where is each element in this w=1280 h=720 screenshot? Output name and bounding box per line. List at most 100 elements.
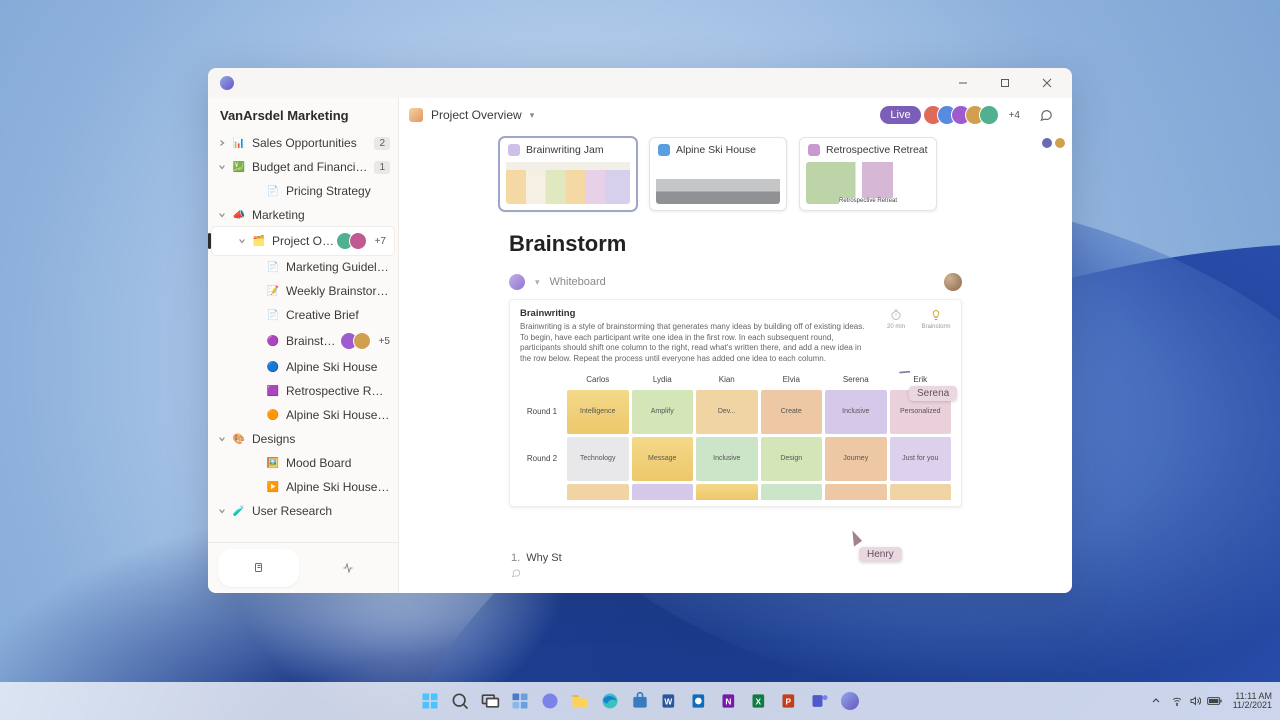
word-button[interactable]: W <box>657 688 683 714</box>
sidebar-item[interactable]: 🗂️Project Overview+7 <box>212 227 394 255</box>
count-badge: 1 <box>374 161 390 174</box>
explorer-button[interactable] <box>567 688 593 714</box>
item-label: Designs <box>252 432 390 446</box>
sticky-note[interactable]: Design <box>761 437 823 481</box>
sticky-note[interactable]: Inclusive <box>696 437 758 481</box>
sidebar-item[interactable]: 🟣Brainstorming+5 <box>208 327 398 355</box>
svg-text:X: X <box>756 696 762 706</box>
ordered-list[interactable]: 1.Why St <box>411 542 662 591</box>
whiteboard-title: Brainwriting <box>520 308 871 320</box>
sticky-note[interactable]: Inclusive <box>825 390 887 434</box>
sidebar-item[interactable]: 🖼️Mood Board <box>208 451 398 475</box>
volume-icon[interactable] <box>1189 695 1201 707</box>
battery-icon[interactable] <box>1207 696 1223 706</box>
minimize-button[interactable] <box>942 68 984 98</box>
sidebar-item[interactable]: 🔵Alpine Ski House <box>208 355 398 379</box>
sticky-note[interactable] <box>761 484 823 500</box>
edge-button[interactable] <box>597 688 623 714</box>
sticky-note[interactable]: Amplify <box>632 390 694 434</box>
sidebar-item[interactable]: 🧪User Research <box>208 499 398 523</box>
maximize-button[interactable] <box>984 68 1026 98</box>
item-label: Weekly Brainstorm Meeting <box>286 284 390 298</box>
cards-row: Brainwriting JamAlpine Ski HouseRetrospe… <box>419 133 1052 225</box>
excel-button[interactable]: X <box>747 688 773 714</box>
chevron-icon[interactable] <box>218 163 226 171</box>
sticky-note[interactable] <box>696 484 758 500</box>
sidebar-item[interactable]: 📝Weekly Brainstorm Meeting <box>208 279 398 303</box>
sticky-note[interactable] <box>825 484 887 500</box>
sticky-note[interactable] <box>890 484 952 500</box>
sidebar-item[interactable]: 📣Marketing <box>208 203 398 227</box>
presence-facepile[interactable] <box>929 105 999 125</box>
start-button[interactable] <box>417 688 443 714</box>
chevron-down-icon[interactable]: ▾ <box>530 110 535 121</box>
sidebar-item[interactable]: 🟠Alpine Ski House (ID: 487... <box>208 403 398 427</box>
chevron-icon[interactable] <box>218 507 226 515</box>
chevron-icon[interactable] <box>218 139 226 147</box>
chevron-icon[interactable] <box>218 211 226 219</box>
sticky-note[interactable]: Intelligence <box>567 390 629 434</box>
sidebar-item[interactable]: 📊Sales Opportunities2 <box>208 131 398 155</box>
sticky-note[interactable]: Technology <box>567 437 629 481</box>
sticky-note[interactable]: Create <box>761 390 823 434</box>
sidebar-item[interactable]: 🎨Designs <box>208 427 398 451</box>
item-label: Alpine Ski House Sizzle Re... <box>286 480 390 494</box>
row-header: Round 1 <box>520 390 564 434</box>
chevron-icon[interactable] <box>238 237 246 245</box>
sticky-note[interactable] <box>567 484 629 500</box>
sidebar-item[interactable]: 📄Marketing Guidelines for V... <box>208 255 398 279</box>
item-label: Creative Brief <box>286 308 390 322</box>
store-button[interactable] <box>627 688 653 714</box>
teams-button[interactable] <box>807 688 833 714</box>
sticky-note[interactable]: Just for you <box>890 437 952 481</box>
close-button[interactable] <box>1026 68 1068 98</box>
sticky-note[interactable]: Message <box>632 437 694 481</box>
titlebar[interactable] <box>208 68 1072 98</box>
sticky-note[interactable]: Journey <box>825 437 887 481</box>
chevron-down-icon[interactable]: ▾ <box>535 277 540 288</box>
component-header: ▾ Whiteboard <box>419 269 1052 299</box>
chat-button[interactable] <box>537 688 563 714</box>
sidebar-item[interactable]: 📄Creative Brief <box>208 303 398 327</box>
page-card[interactable]: Alpine Ski House <box>649 137 787 211</box>
brainstorm-tool[interactable]: Brainstorm <box>921 308 951 330</box>
sidebar-item[interactable]: 🟪Retrospective Retreat <box>208 379 398 403</box>
item-icon: 📄 <box>266 184 280 198</box>
task-view-button[interactable] <box>477 688 503 714</box>
live-badge[interactable]: Live <box>880 106 920 124</box>
system-tray[interactable]: 11:11 AM 11/2/2021 <box>1151 692 1272 711</box>
onenote-button[interactable]: N <box>717 688 743 714</box>
loop-button[interactable] <box>837 688 863 714</box>
outlook-button[interactable] <box>687 688 713 714</box>
sidebar-activity-button[interactable] <box>307 549 388 587</box>
timer-tool[interactable]: 20 min <box>881 308 911 330</box>
page-card[interactable]: Brainwriting Jam <box>499 137 637 211</box>
powerpoint-button[interactable]: P <box>777 688 803 714</box>
tray-chevron-icon[interactable] <box>1151 696 1161 706</box>
page-card[interactable]: Retrospective RetreatRetrospective Retre… <box>799 137 937 211</box>
sidebar-item[interactable]: ▶️Alpine Ski House Sizzle Re... <box>208 475 398 499</box>
breadcrumb[interactable]: Project Overview <box>431 108 522 122</box>
whiteboard-embed[interactable]: Brainwriting Brainwriting is a style of … <box>509 299 962 507</box>
app-logo-icon <box>220 76 234 90</box>
wifi-icon[interactable] <box>1171 695 1183 707</box>
sidebar-item[interactable]: 📄Pricing Strategy <box>208 179 398 203</box>
comment-button[interactable] <box>1034 103 1058 127</box>
presence-facepile <box>341 232 367 250</box>
sticky-note[interactable]: Personalized <box>890 390 952 434</box>
comment-icon[interactable] <box>511 568 521 578</box>
page-icon <box>409 108 423 122</box>
presence-overflow[interactable]: +4 <box>1009 110 1020 121</box>
sidebar-item[interactable]: 💹Budget and Financial Projection1 <box>208 155 398 179</box>
whiteboard-grid: CarlosLydiaKianElviaSerenaErikRound 1Int… <box>510 372 961 506</box>
sticky-note[interactable]: Dev... <box>696 390 758 434</box>
widgets-button[interactable] <box>507 688 533 714</box>
chevron-icon[interactable] <box>218 435 226 443</box>
sticky-note[interactable] <box>632 484 694 500</box>
taskbar[interactable]: W N X P 11:11 AM 11/2/2021 <box>0 682 1280 720</box>
search-button[interactable] <box>447 688 473 714</box>
canvas[interactable]: Brainwriting JamAlpine Ski HouseRetrospe… <box>399 133 1072 593</box>
clock[interactable]: 11:11 AM 11/2/2021 <box>1233 692 1272 711</box>
sidebar-pages-button[interactable] <box>218 549 299 587</box>
author-avatar[interactable] <box>944 273 962 291</box>
